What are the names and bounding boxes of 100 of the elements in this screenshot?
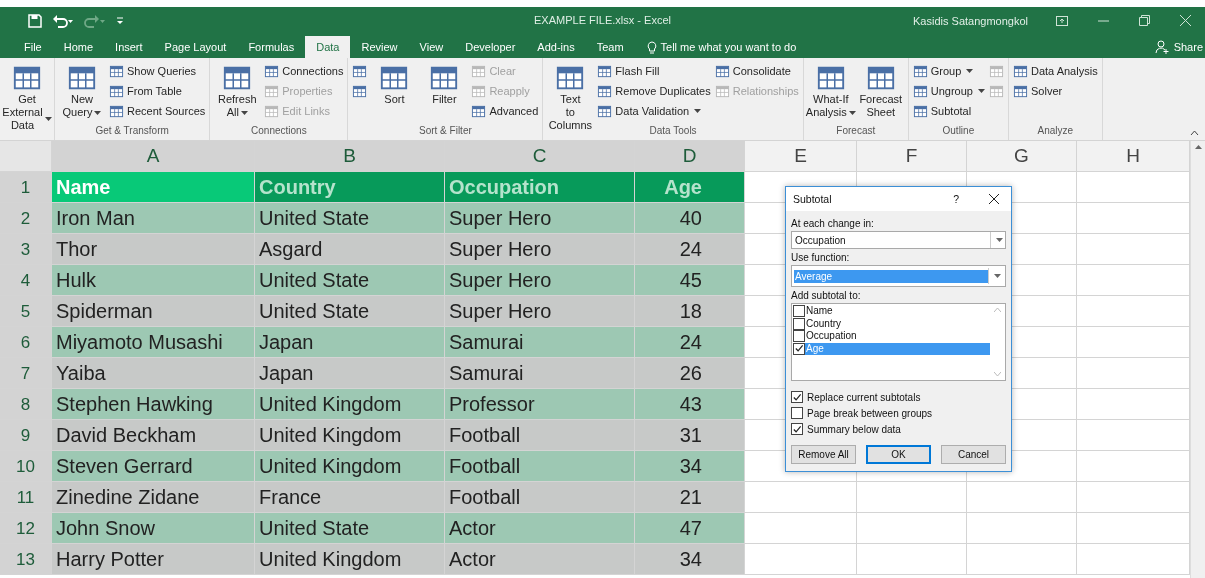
ribbon-tab[interactable]: Home (52, 36, 105, 58)
row-header[interactable]: 6 (0, 327, 52, 358)
ribbon-button[interactable]: Group (912, 61, 985, 81)
restore-icon[interactable] (1139, 15, 1150, 26)
row-header[interactable]: 12 (0, 513, 52, 544)
grid-icon (912, 63, 928, 79)
ribbon-button[interactable]: Recent Sources (109, 101, 206, 121)
grid-icon (471, 103, 487, 119)
ribbon-button[interactable]: Get External Data (4, 61, 50, 132)
ribbon-tab[interactable]: Review (350, 36, 409, 58)
row-header[interactable]: 10 (0, 451, 52, 482)
undo-icon[interactable] (52, 13, 74, 28)
ribbon-tab[interactable]: View (408, 36, 455, 58)
row-header[interactable]: 8 (0, 389, 52, 420)
column-header[interactable]: F (857, 141, 967, 172)
ribbon-tab[interactable]: Add-ins (526, 36, 586, 58)
checkbox-label[interactable]: Page break between groups (807, 407, 933, 419)
ribbon-button[interactable]: Show Queries (109, 61, 206, 81)
ribbon-button[interactable]: Solver (1013, 81, 1098, 101)
ribbon-tab[interactable]: Insert (104, 36, 154, 58)
table-cell: Iron Man (52, 203, 255, 234)
column-header[interactable]: H (1077, 141, 1190, 172)
table-cell: 45 (635, 265, 745, 296)
row-header[interactable]: 11 (0, 482, 52, 513)
save-icon[interactable] (28, 13, 42, 28)
checkbox[interactable] (793, 317, 805, 330)
column-header[interactable]: A (52, 141, 255, 172)
dropdown-field[interactable]: Occupation (791, 231, 1006, 249)
table-cell: United Kingdom (255, 451, 445, 482)
dialog-button[interactable]: Cancel (941, 445, 1006, 464)
checkbox[interactable] (793, 330, 805, 343)
ribbon-button[interactable]: Text to Columns (547, 61, 594, 132)
ribbon-button[interactable]: Ungroup (912, 81, 985, 101)
column-header[interactable]: E (745, 141, 857, 172)
grid-icon (989, 83, 1004, 99)
list-item[interactable]: Occupation (805, 330, 990, 343)
checkbox[interactable] (791, 407, 803, 419)
list-item[interactable]: Country (805, 317, 990, 330)
row-header[interactable]: 1 (0, 172, 52, 203)
ribbon-button[interactable]: Remove Duplicates (597, 81, 711, 101)
ribbon-button[interactable]: Refresh All (214, 61, 261, 119)
field-label: Use function: (791, 252, 851, 263)
ribbon-button[interactable]: Subtotal (912, 101, 985, 121)
column-header[interactable]: D (635, 141, 745, 172)
ribbon-button[interactable]: Flash Fill (597, 61, 711, 81)
ribbon-button[interactable]: Data Validation (597, 101, 711, 121)
column-header[interactable]: C (445, 141, 635, 172)
checkbox[interactable] (791, 423, 803, 435)
table-cell: Miyamoto Musashi (52, 327, 255, 358)
row-header[interactable]: 13 (0, 544, 52, 575)
row-header[interactable]: 2 (0, 203, 52, 234)
ribbon-button[interactable]: Consolidate (714, 61, 799, 81)
share-button[interactable]: Share (1154, 36, 1205, 58)
help-button[interactable]: ? (953, 193, 959, 205)
table-cell: Super Hero (445, 296, 635, 327)
close-icon[interactable] (989, 194, 999, 204)
row-header[interactable]: 4 (0, 265, 52, 296)
ribbon-button[interactable]: What-If Analysis (807, 61, 854, 119)
row-header[interactable]: 9 (0, 420, 52, 451)
tell-me-field[interactable]: Tell me what you want to do (646, 36, 797, 58)
collapse-icon[interactable] (1190, 130, 1199, 136)
customize-icon[interactable] (116, 15, 124, 26)
ribbon-display-icon[interactable] (1056, 15, 1068, 26)
checkbox-label[interactable]: Replace current subtotals (807, 391, 921, 403)
ribbon-tab[interactable]: Developer (454, 36, 527, 58)
ribbon-tab[interactable]: Page Layout (153, 36, 238, 58)
list-item[interactable]: Name (805, 305, 990, 318)
scroll-up-icon[interactable] (1194, 145, 1202, 149)
group-label: Outline (942, 125, 975, 136)
checkbox-label[interactable]: Summary below data (807, 423, 901, 435)
checkbox[interactable] (793, 305, 805, 318)
table-cell: France (255, 482, 445, 513)
checkbox[interactable] (791, 391, 803, 403)
ribbon-tab[interactable]: Team (585, 36, 635, 58)
ribbon-button[interactable]: Sort (371, 61, 418, 106)
ribbon-button[interactable]: From Table (109, 81, 206, 101)
table-cell: United Kingdom (255, 544, 445, 575)
ribbon-tab[interactable]: Data (305, 36, 351, 58)
table-cell: Stephen Hawking (52, 389, 255, 420)
dialog-button[interactable]: Remove All (791, 445, 856, 464)
row-header[interactable]: 3 (0, 234, 52, 265)
ribbon-tab[interactable]: File (13, 36, 53, 58)
column-header[interactable]: B (255, 141, 445, 172)
scrollbar[interactable] (1190, 141, 1205, 578)
dialog-button[interactable]: OK (866, 445, 931, 464)
checkbox[interactable] (793, 342, 805, 355)
ribbon-button[interactable]: Advanced (471, 101, 539, 121)
ribbon-tab[interactable]: Formulas (237, 36, 306, 58)
ribbon-button[interactable]: Connections (264, 61, 344, 81)
row-header[interactable]: 5 (0, 296, 52, 327)
group-label: Data Tools (649, 125, 697, 136)
ribbon-button[interactable]: Data Analysis (1013, 61, 1098, 81)
column-header[interactable]: G (967, 141, 1077, 172)
grid-icon (1013, 83, 1028, 99)
ribbon-button[interactable]: Filter (421, 61, 468, 106)
table-cell: Samurai (445, 358, 635, 389)
ribbon-button[interactable]: Forecast Sheet (857, 61, 904, 119)
grid-icon (109, 83, 124, 99)
ribbon-button[interactable]: New Query (59, 61, 105, 119)
row-header[interactable]: 7 (0, 358, 52, 389)
